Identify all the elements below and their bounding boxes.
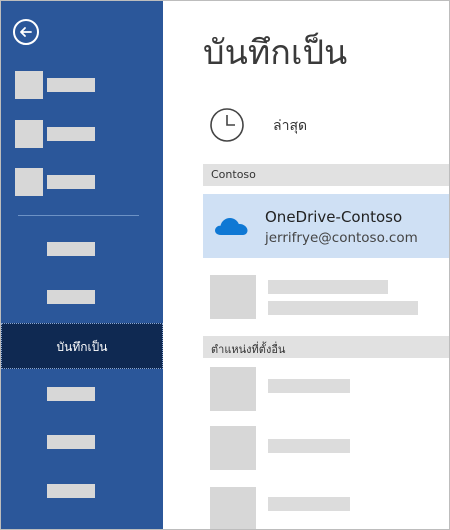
recent-label: ล่าสุด: [273, 118, 308, 134]
onedrive-cloud-icon: [215, 218, 248, 235]
nav-item-save-as-label: บันทึกเป็น: [56, 340, 108, 354]
location-name: OneDrive-Contoso: [265, 208, 403, 226]
section-header-label: ตำแหน่งที่ตั้งอื่น: [211, 343, 286, 356]
back-arrow-icon: [20, 27, 32, 37]
nav-item-new[interactable]: [1, 65, 163, 105]
location-placeholder-line: [268, 301, 418, 315]
section-header-contoso: Contoso: [203, 164, 449, 186]
nav-item-label-placeholder: [47, 242, 95, 256]
nav-item-share[interactable]: [1, 374, 163, 414]
save-as-pane: บันทึกเป็น ล่าสุด Contoso OneDrive-Conto…: [163, 1, 449, 529]
location-placeholder-icon: [210, 487, 256, 529]
location-account: jerrifrye@contoso.com: [265, 230, 418, 246]
nav-item-label-placeholder: [47, 127, 95, 141]
nav-item-open[interactable]: [1, 114, 163, 154]
location-placeholder-icon: [210, 426, 256, 470]
location-placeholder-line: [268, 280, 388, 294]
backstage-window: บันทึกเป็น บันทึกเป็น ล่าสุด Contoso One…: [0, 0, 450, 530]
nav-item-info[interactable]: [1, 162, 163, 202]
nav-item-export[interactable]: [1, 422, 163, 462]
nav-item-label-placeholder: [47, 175, 95, 189]
nav-item-print[interactable]: [1, 277, 163, 317]
section-header-label: Contoso: [211, 168, 256, 181]
nav-item-icon: [15, 71, 43, 99]
backstage-sidebar: บันทึกเป็น: [1, 1, 163, 529]
location-placeholder-line: [268, 379, 350, 393]
location-placeholder-line: [268, 497, 350, 511]
section-header-other-locations: ตำแหน่งที่ตั้งอื่น: [203, 336, 449, 358]
nav-item-icon: [15, 168, 43, 196]
nav-item-save-as[interactable]: บันทึกเป็น: [1, 323, 163, 369]
sidebar-divider: [18, 215, 139, 216]
nav-item-label-placeholder: [47, 387, 95, 401]
location-placeholder-icon: [210, 367, 256, 411]
recent-location[interactable]: ล่าสุด: [209, 105, 429, 145]
nav-item-icon: [15, 120, 43, 148]
nav-item-label-placeholder: [47, 78, 95, 92]
page-title: บันทึกเป็น: [203, 33, 348, 73]
nav-item-label-placeholder: [47, 435, 95, 449]
nav-item-save[interactable]: [1, 229, 163, 269]
location-placeholder-icon: [210, 275, 256, 319]
back-button[interactable]: [13, 19, 39, 45]
nav-item-label-placeholder: [47, 290, 95, 304]
location-placeholder-line: [268, 439, 350, 453]
onedrive-contoso-location[interactable]: OneDrive-Contoso jerrifrye@contoso.com: [203, 194, 449, 258]
nav-item-label-placeholder: [47, 484, 95, 498]
nav-item-close[interactable]: [1, 471, 163, 511]
clock-icon: [210, 108, 244, 142]
